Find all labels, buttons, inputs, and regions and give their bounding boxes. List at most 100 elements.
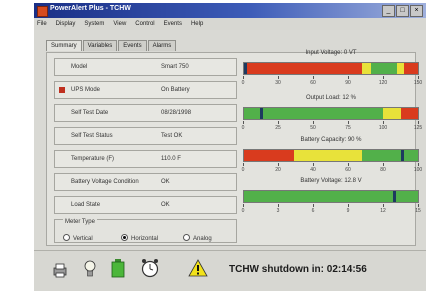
menu-bar: File Display System View Control Events …	[34, 18, 426, 30]
gauge-tick-label: 20	[275, 167, 281, 173]
info-value: OK	[161, 179, 170, 185]
gauge-tick	[243, 121, 244, 124]
gauge-tick	[418, 76, 419, 79]
gauge-segment	[362, 150, 418, 161]
info-label: Self Test Status	[71, 133, 113, 139]
gauge-tick	[348, 121, 349, 124]
gauge-tick	[278, 163, 279, 166]
gauge-tick-label: 6	[311, 208, 315, 214]
gauge-segment	[383, 108, 401, 119]
gauge-tick-label: 25	[275, 125, 281, 131]
info-row-self-test-status: Self Test Status Test OK	[54, 127, 237, 145]
tab-events[interactable]: Events	[118, 40, 147, 51]
radio-vertical[interactable]: Vertical	[63, 234, 93, 242]
gauge-tick	[278, 121, 279, 124]
gauge-tick-label: 0	[241, 125, 245, 131]
gauge-tick	[243, 163, 244, 166]
meter-type-legend: Meter Type	[63, 219, 97, 225]
gauge-bar	[243, 190, 419, 203]
gauge-tick	[348, 76, 349, 79]
gauge-segment	[371, 63, 398, 74]
gauge-tick	[348, 204, 349, 207]
gauge-scale: 0 30 60 90 120 150	[242, 76, 422, 88]
gauge-scale: 0 3 6 9 12 15	[242, 204, 421, 216]
gauge-tick	[383, 204, 384, 207]
tab-summary[interactable]: Summary	[46, 40, 82, 51]
gauge-segment	[400, 108, 418, 119]
gauge-tick-label: 90	[345, 80, 351, 86]
info-label: UPS Mode	[71, 87, 101, 93]
maximize-button[interactable]: □	[396, 5, 409, 17]
gauge-title: Battery Capacity: 90 %	[300, 137, 362, 143]
gauge-tick-label: 120	[378, 80, 388, 86]
menu-file[interactable]: File	[37, 18, 47, 30]
gauge-needle	[259, 108, 263, 119]
radio-analog[interactable]: Analog	[183, 234, 212, 242]
bulb-icon[interactable]	[84, 260, 96, 278]
gauge-segment	[244, 150, 295, 161]
printer-icon[interactable]	[52, 262, 68, 278]
gauge-bar	[243, 62, 419, 75]
info-value: 08/28/1998	[161, 110, 192, 116]
gauge-tick-label: 50	[310, 125, 316, 131]
gauge-segment	[404, 63, 418, 74]
gauge-tick	[313, 204, 314, 207]
close-button[interactable]: ×	[410, 5, 423, 17]
gauge-tick	[383, 121, 384, 124]
info-label: Self Test Date	[71, 110, 109, 116]
menu-control[interactable]: Control	[135, 18, 154, 30]
gauge-tick-label: 60	[345, 167, 351, 173]
tab-alarms[interactable]: Alarms	[147, 40, 177, 51]
gauge-title: Battery Voltage: 12.8 V	[300, 178, 362, 184]
info-label: Load State	[71, 202, 101, 208]
gauge-tick-label: 30	[275, 80, 281, 86]
gauge-tick	[348, 163, 349, 166]
gauge-bar	[243, 149, 419, 162]
gauge-scale: 0 25 50 75 100 125	[242, 121, 422, 133]
gauge-tick-label: 0	[241, 167, 245, 173]
gauge-needle	[401, 150, 405, 161]
gauge-tick	[313, 163, 314, 166]
gauge-tick-label: 125	[413, 125, 423, 131]
info-row-temperature: Temperature (F) 110.0 F	[54, 150, 237, 168]
gauge-tick	[278, 204, 279, 207]
info-row-load-state: Load State OK	[54, 196, 237, 214]
menu-display[interactable]: Display	[56, 18, 76, 30]
menu-events[interactable]: Events	[164, 18, 182, 30]
title-bar: PowerAlert Plus - TCHW _ □ ×	[34, 3, 426, 18]
tab-variables[interactable]: Variables	[82, 40, 118, 51]
gauge-tick-label: 3	[276, 208, 280, 214]
clock-icon[interactable]	[140, 258, 160, 278]
menu-help[interactable]: Help	[191, 18, 203, 30]
info-value: Test OK	[161, 133, 183, 139]
info-value: On Battery	[161, 87, 190, 93]
gauge-segment	[397, 63, 405, 74]
info-value: OK	[161, 202, 170, 208]
gauge-title: Input Voltage: 0 VT	[305, 50, 357, 56]
gauge-tick	[243, 76, 244, 79]
info-row-self-test-date: Self Test Date 08/28/1998	[54, 104, 237, 122]
gauge-tick-label: 40	[310, 167, 316, 173]
battery-icon[interactable]	[110, 258, 126, 278]
gauge-tick	[383, 76, 384, 79]
app-icon	[37, 6, 48, 17]
gauge-tick-label: 12	[380, 208, 386, 214]
window-title: PowerAlert Plus - TCHW	[50, 5, 131, 12]
gauge-title: Output Load: 12 %	[305, 95, 357, 101]
gauge-tick-label: 75	[345, 125, 351, 131]
minimize-button[interactable]: _	[382, 5, 395, 17]
menu-view[interactable]: View	[113, 18, 126, 30]
gauge-tick-label: 150	[413, 80, 423, 86]
tab-strip: Summary Variables Events Alarms	[46, 40, 177, 51]
gauge-tick-label: 0	[241, 208, 245, 214]
gauge-segment	[244, 108, 384, 119]
radio-horizontal[interactable]: Horizontal	[121, 234, 158, 242]
gauge-tick-label: 0	[241, 80, 245, 86]
gauge-tick-label: 100	[413, 167, 423, 173]
menu-system[interactable]: System	[84, 18, 104, 30]
gauge-segment	[244, 63, 363, 74]
meter-type-group: Meter Type Vertical Horizontal Analog	[54, 219, 237, 243]
gauge-needle	[393, 191, 397, 202]
info-label: Model	[71, 64, 88, 70]
gauge-tick-label: 60	[310, 80, 316, 86]
